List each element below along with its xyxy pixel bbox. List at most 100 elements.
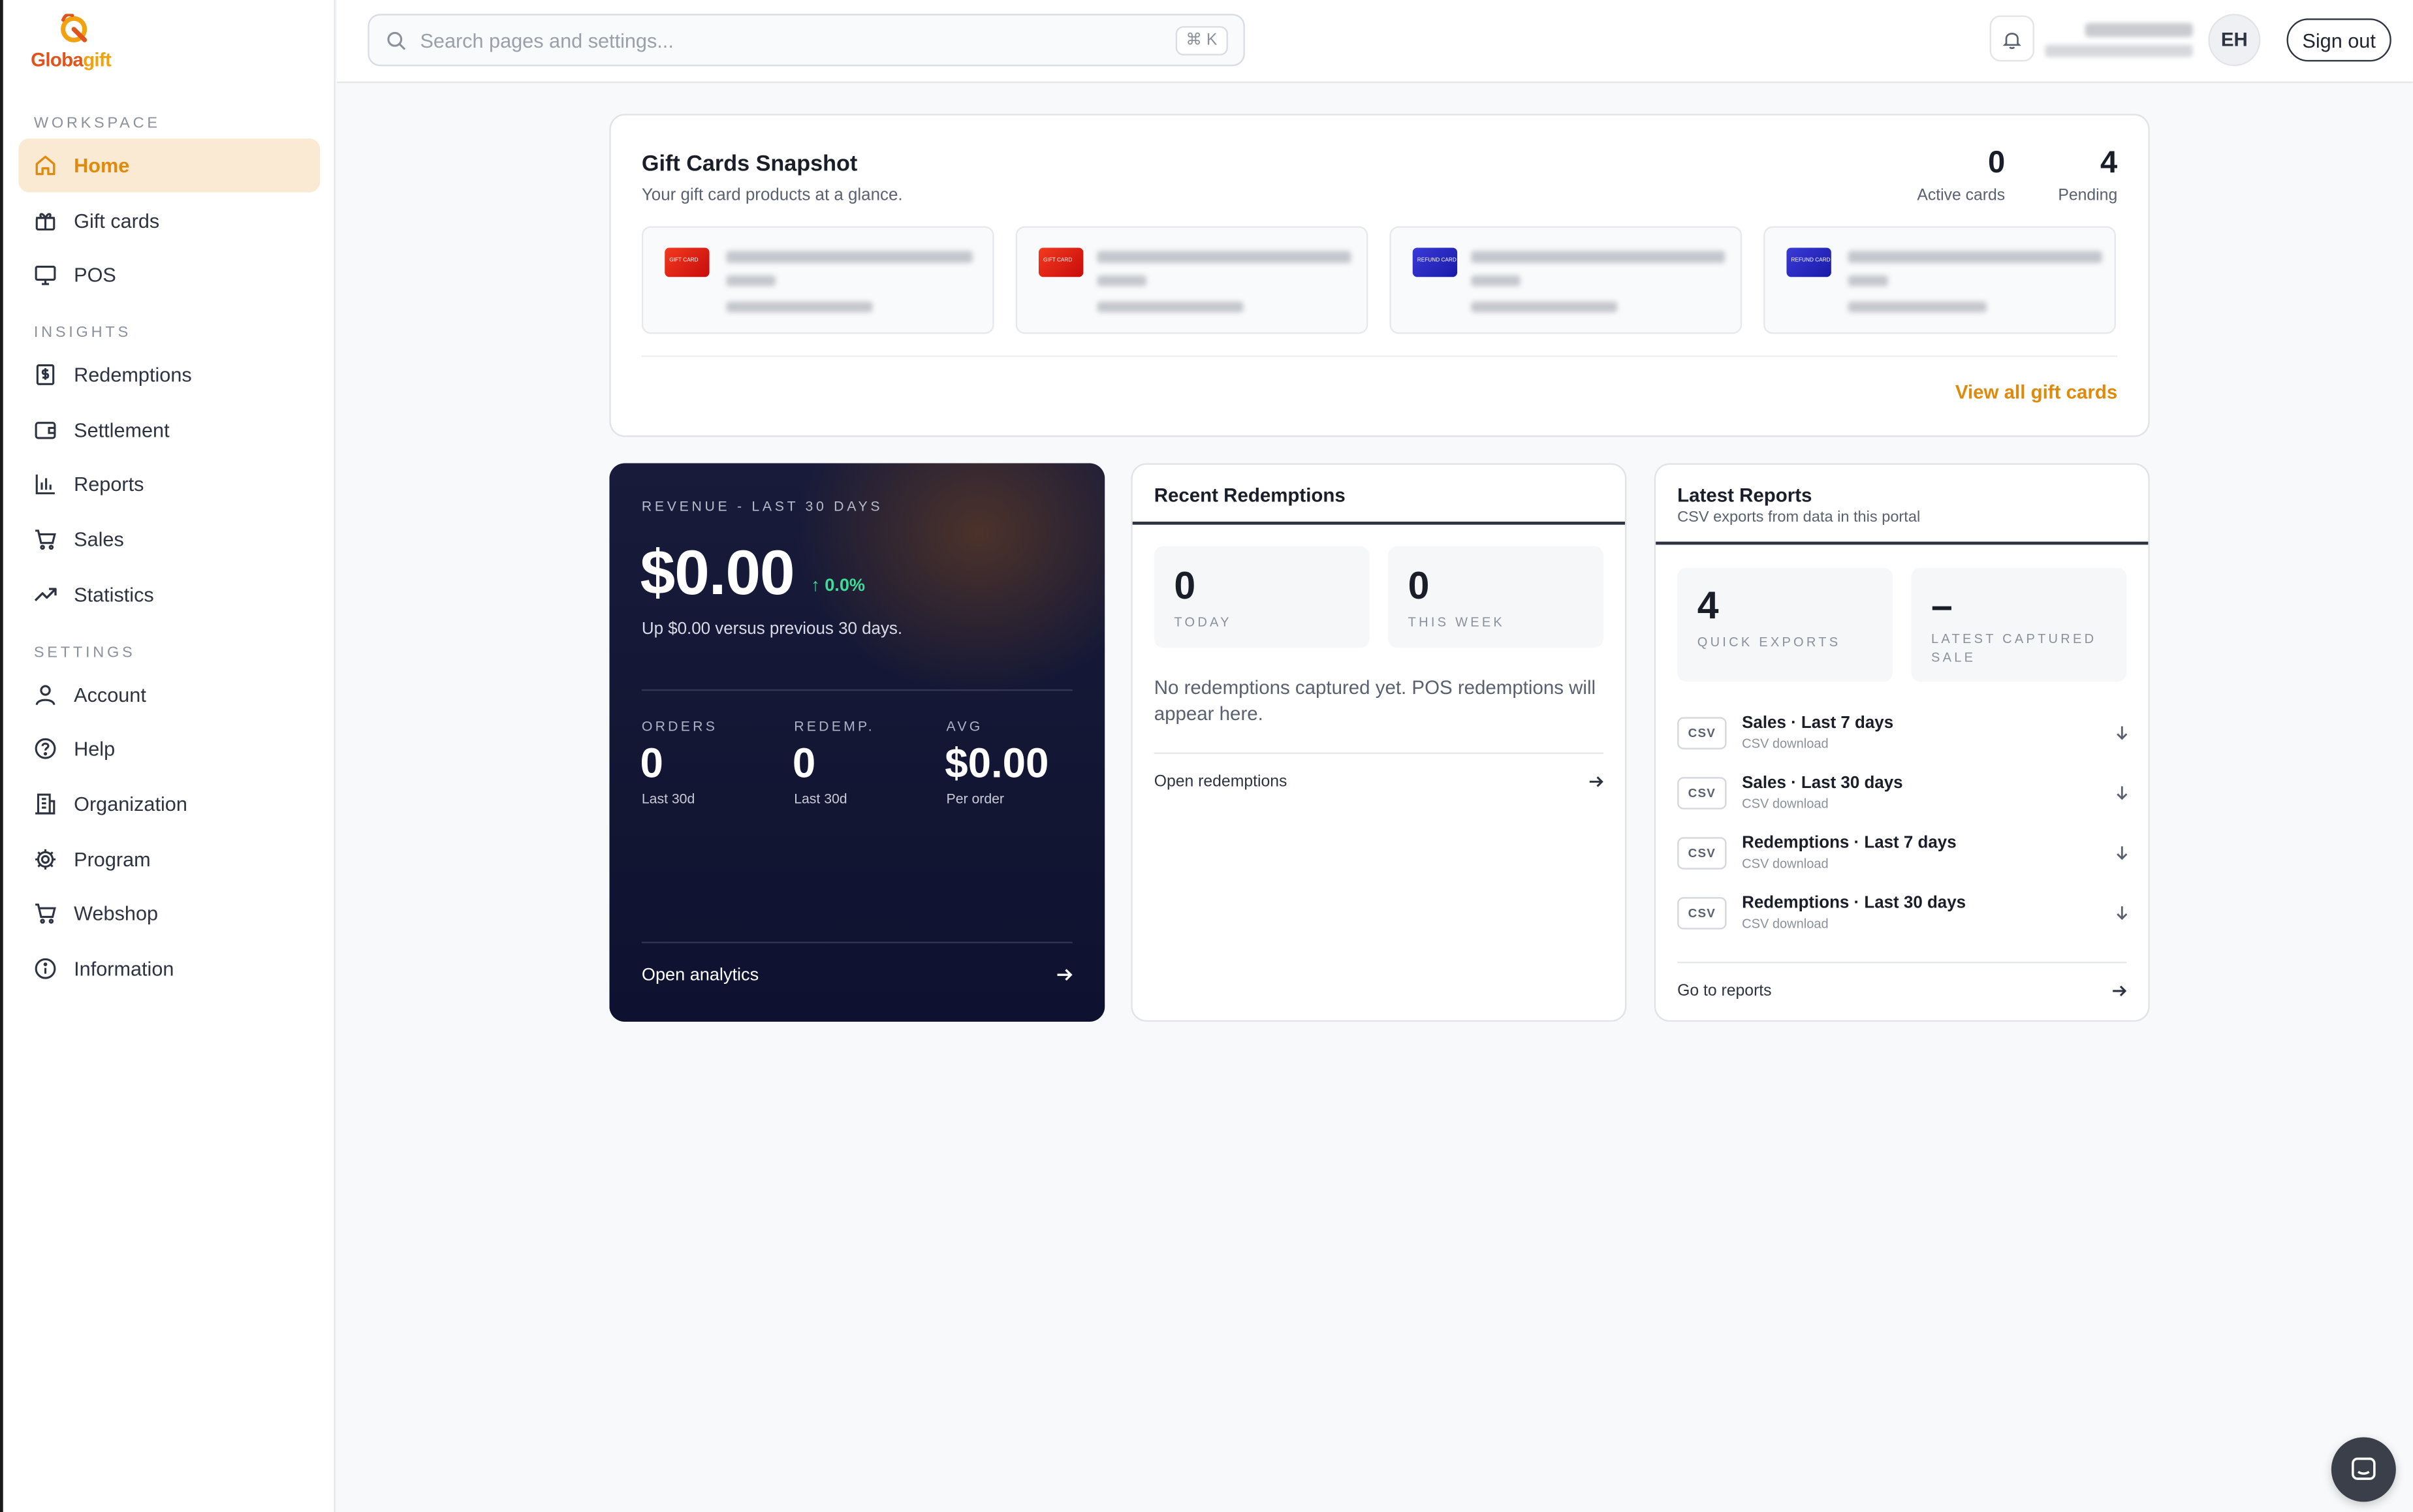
report-title: Sales · Last 30 days	[1742, 774, 1903, 793]
bar-chart-icon	[35, 474, 55, 495]
top-bar: Search pages and settings... ⌘ K EH Sign…	[337, 0, 2413, 84]
latest-reports-card: Latest Reports CSV exports from data in …	[1654, 463, 2150, 1022]
active-cards-label: Active cards	[1917, 186, 2006, 205]
sidebar-item-label: Help	[74, 737, 116, 761]
snapshot-subtitle: Your gift card products at a glance.	[641, 186, 903, 205]
csv-badge: CSV	[1677, 717, 1727, 749]
sidebar-item-gift-cards[interactable]: Gift cards	[18, 194, 320, 247]
gear-icon	[35, 849, 55, 870]
avatar[interactable]: EH	[2208, 14, 2261, 67]
today-label: TODAY	[1174, 614, 1232, 630]
search-input[interactable]: Search pages and settings... ⌘ K	[368, 14, 1245, 67]
sidebar-item-label: Gift cards	[74, 209, 160, 232]
csv-badge: CSV	[1677, 897, 1727, 930]
sidebar: Globagift WORKSPACE Home Gift cards POS …	[0, 0, 336, 1512]
sidebar-item-reports[interactable]: Reports	[18, 457, 320, 511]
cart-icon	[35, 904, 56, 924]
building-icon	[35, 793, 55, 815]
report-row[interactable]: CSV Sales · Last 30 days CSV download	[1677, 774, 2130, 821]
bell-icon	[2002, 32, 2021, 48]
quick-exports-stat: 4 QUICK EXPORTS	[1677, 567, 1893, 682]
latest-captured-sale-label-line2: SALE	[1931, 649, 1976, 665]
report-row[interactable]: CSV Sales · Last 7 days CSV download	[1677, 714, 2130, 761]
sidebar-item-organization[interactable]: Organization	[18, 777, 320, 830]
snapshot-title: Gift Cards Snapshot	[641, 152, 858, 178]
report-subtitle: CSV download	[1742, 915, 1829, 931]
sidebar-item-statistics[interactable]: Statistics	[18, 568, 320, 622]
gift-cards-snapshot: Gift Cards Snapshot Your gift card produ…	[609, 114, 2150, 437]
report-row[interactable]: CSV Redemptions · Last 30 days CSV downl…	[1677, 894, 2130, 940]
csv-badge: CSV	[1677, 777, 1727, 810]
download-arrow-icon[interactable]	[2115, 905, 2130, 921]
this-week-stat: 0 THIS WEEK	[1388, 546, 1603, 648]
download-arrow-icon[interactable]	[2115, 725, 2130, 740]
empty-state-message: No redemptions captured yet. POS redempt…	[1154, 677, 1596, 725]
section-workspace: WORKSPACE	[33, 115, 161, 133]
avg-value: $0.00	[945, 740, 1049, 787]
recent-redemptions-card: Recent Redemptions 0 TODAY 0 THIS WEEK N…	[1131, 463, 1627, 1022]
sidebar-item-sales[interactable]: Sales	[18, 512, 320, 566]
sidebar-item-label: Reports	[74, 472, 144, 496]
latest-captured-sale-stat: – LATEST CAPTURED SALE	[1911, 567, 2127, 682]
notifications-button[interactable]	[1989, 15, 2034, 62]
today-value: 0	[1174, 565, 1196, 608]
gift-icon	[35, 213, 55, 231]
sidebar-item-label: Redemptions	[74, 363, 192, 386]
shortcut-hint: ⌘ K	[1175, 26, 1228, 55]
this-week-label: THIS WEEK	[1408, 614, 1506, 630]
sidebar-item-help[interactable]: Help	[18, 721, 320, 775]
gift-card-thumbnail: REFUND CARD	[1786, 247, 1831, 277]
sidebar-item-webshop[interactable]: Webshop	[18, 887, 320, 940]
sidebar-item-label: Account	[74, 683, 146, 706]
sidebar-item-home[interactable]: Home	[18, 138, 321, 193]
revenue-eyebrow: REVENUE - LAST 30 DAYS	[641, 498, 883, 514]
snapshot-divider	[641, 355, 2118, 357]
sidebar-item-label: Webshop	[74, 902, 159, 925]
gift-card-tile[interactable]: REFUND CARD	[1763, 226, 2116, 334]
latest-captured-sale-value: –	[1931, 584, 1953, 628]
brand-logo[interactable]: Globagift	[31, 14, 123, 75]
recent-redemptions-header: Recent Redemptions	[1132, 465, 1625, 525]
sidebar-item-label: Information	[74, 957, 174, 981]
sidebar-item-redemptions[interactable]: Redemptions	[18, 348, 320, 402]
csv-badge: CSV	[1677, 837, 1727, 870]
reports-divider	[1677, 962, 2127, 964]
report-title: Sales · Last 7 days	[1742, 714, 1894, 732]
sidebar-item-label: Statistics	[74, 583, 154, 606]
report-subtitle: CSV download	[1742, 855, 1829, 872]
gift-card-thumbnail: GIFT CARD	[665, 247, 710, 277]
arrow-right-icon[interactable]	[1588, 774, 1603, 790]
open-redemptions-link[interactable]: Open redemptions	[1154, 772, 1287, 791]
chat-launcher-button[interactable]	[2331, 1437, 2396, 1502]
gift-card-tile[interactable]: GIFT CARD	[641, 226, 994, 334]
quick-exports-value: 4	[1697, 584, 1719, 628]
sidebar-item-settlement[interactable]: Settlement	[18, 403, 320, 457]
report-row[interactable]: CSV Redemptions · Last 7 days CSV downlo…	[1677, 834, 2130, 880]
sign-out-button[interactable]: Sign out	[2286, 18, 2391, 62]
revenue-card: REVENUE - LAST 30 DAYS $0.00 ↑ 0.0% Up $…	[609, 463, 1105, 1022]
go-to-reports-link[interactable]: Go to reports	[1677, 982, 1771, 1000]
chat-icon	[2352, 1457, 2376, 1480]
arrow-right-icon[interactable]	[1056, 966, 1073, 983]
sidebar-item-label: Sales	[74, 528, 124, 551]
open-analytics-link[interactable]: Open analytics	[642, 966, 759, 984]
sidebar-item-program[interactable]: Program	[18, 832, 320, 886]
info-icon	[35, 958, 56, 979]
download-arrow-icon[interactable]	[2115, 785, 2130, 800]
gift-card-tile[interactable]: GIFT CARD	[1015, 226, 1368, 334]
dollar-receipt-icon	[36, 364, 55, 385]
this-week-value: 0	[1408, 565, 1430, 608]
sidebar-item-information[interactable]: Information	[18, 941, 320, 995]
download-arrow-icon[interactable]	[2115, 845, 2130, 860]
brand-name: Globagift	[31, 49, 112, 71]
redemptions-sub: Last 30d	[794, 791, 847, 807]
gift-card-thumbnail: GIFT CARD	[1038, 247, 1084, 277]
sidebar-item-pos[interactable]: POS	[18, 247, 320, 301]
gift-card-tile[interactable]: REFUND CARD	[1389, 226, 1743, 334]
active-cards-value: 0	[1987, 146, 2006, 180]
cart-icon	[35, 529, 56, 550]
view-all-gift-cards-link[interactable]: View all gift cards	[1955, 382, 2117, 403]
sidebar-item-account[interactable]: Account	[18, 668, 320, 721]
revenue-divider	[641, 689, 1073, 691]
arrow-right-icon[interactable]	[2111, 983, 2127, 999]
